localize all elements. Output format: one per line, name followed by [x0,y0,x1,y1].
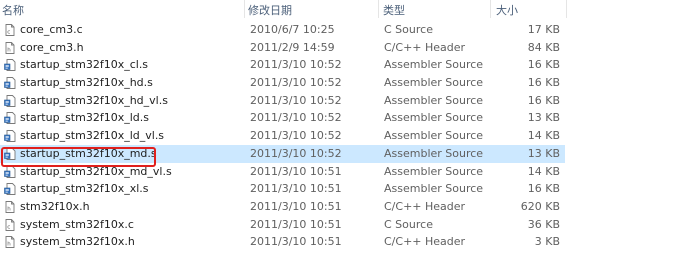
file-date: 2010/6/7 10:25 [250,23,335,36]
svg-text:h: h [7,242,11,248]
file-row[interactable]: startup_stm32f10x_xl.s 2011/3/10 10:51 Ass… [0,180,690,198]
header-file-icon: h [4,200,16,213]
svg-text:c: c [7,224,10,230]
file-name: startup_stm32f10x_ld.s [20,111,149,125]
file-size: 13 KB [527,111,560,125]
file-row[interactable]: startup_stm32f10x_hd.s 2011/3/10 10:52 Ass… [0,74,690,92]
file-date: 2011/3/10 10:52 [250,76,342,90]
file-date: 2011/3/10 10:52 [250,93,342,107]
file-row[interactable]: startup_stm32f10x_md_vl.s 2011/3/10 10:51… [0,163,690,181]
column-divider[interactable] [566,0,567,18]
file-row[interactable]: c core_cm3.c 2010/6/7 10:25 C Source 17 KB [0,21,690,39]
file-row[interactable]: startup_stm32f10x_ld.s 2011/3/10 10:52 Ass… [0,109,690,127]
file-size: 14 KB [527,164,560,178]
file-type: C Source [384,217,433,231]
file-size: 36 KB [527,217,560,231]
file-size: 16 KB [527,93,560,107]
file-date: 2011/3/10 10:52 [250,129,342,143]
column-header-date[interactable]: 修改日期 [248,2,292,18]
file-type: Assembler Source [384,76,484,90]
file-name: startup_stm32f10x_md_vl.s [20,164,172,178]
file-type: C/C++ Header [384,235,466,249]
svg-text:h: h [7,206,11,212]
c-source-file-icon: c [4,24,16,36]
file-type: Assembler Source [384,146,484,160]
column-header-bar: 名称 修改日期 类型 大小 [0,0,690,18]
file-size: 620 KB [520,199,560,213]
file-type: Assembler Source [384,182,484,196]
header-file-icon: h [4,41,16,54]
file-size: 13 KB [527,146,560,160]
file-list: c core_cm3.c 2010/6/7 10:25 C Source 17 KB h c… [0,21,690,251]
assembler-file-icon [4,94,16,107]
header-file-icon: h [4,236,16,249]
assembler-file-icon [4,183,16,196]
file-name: startup_stm32f10x_ld_vl.s [20,129,165,143]
file-date: 2011/3/10 10:51 [250,164,342,178]
file-row[interactable]: startup_stm32f10x_ld_vl.s 2011/3/10 10:52… [0,127,690,145]
file-type: C/C++ Header [384,40,466,54]
assembler-file-icon [4,130,16,143]
file-name: system_stm32f10x.h [20,235,135,249]
assembler-file-icon [4,77,16,90]
assembler-file-icon [4,112,16,125]
file-size: 3 KB [534,235,560,249]
file-date: 2011/3/10 10:52 [250,58,342,72]
file-row[interactable]: h system_stm32f10x.h 2011/3/10 10:51 C/C++ … [0,233,690,251]
file-size: 14 KB [527,129,560,143]
file-row[interactable]: c system_stm32f10x.c 2011/3/10 10:51 C Sour… [0,216,690,234]
svg-text:h: h [7,47,11,53]
file-row[interactable]: startup_stm32f10x_hd_vl.s 2011/3/10 10:52… [0,92,690,110]
column-header-name[interactable]: 名称 [2,2,24,18]
file-name: startup_stm32f10x_xl.s [20,182,149,196]
file-date: 2011/3/10 10:52 [250,146,342,160]
file-name: core_cm3.c [20,23,83,36]
file-size: 16 KB [527,182,560,196]
file-name: system_stm32f10x.c [20,217,134,231]
c-source-file-icon: c [4,218,16,231]
file-size: 84 KB [527,40,560,54]
file-row[interactable]: startup_stm32f10x_cl.s 2011/3/10 10:52 Ass… [0,56,690,74]
file-type: Assembler Source [384,93,484,107]
svg-text:c: c [7,30,10,36]
file-size: 17 KB [527,23,560,36]
file-date: 2011/3/10 10:51 [250,182,342,196]
assembler-file-icon [4,147,16,160]
file-name: startup_stm32f10x_md.s [20,146,157,160]
file-name: stm32f10x.h [20,199,90,213]
file-size: 16 KB [527,76,560,90]
file-type: Assembler Source [384,111,484,125]
file-name: startup_stm32f10x_cl.s [20,58,149,72]
column-header-size[interactable]: 大小 [496,2,518,18]
file-name: core_cm3.h [20,40,84,54]
assembler-file-icon [4,165,16,178]
file-type: Assembler Source [384,164,484,178]
file-row[interactable]: h stm32f10x.h 2011/3/10 10:51 C/C++ Header 6… [0,198,690,216]
file-type: C Source [384,23,433,36]
file-type: Assembler Source [384,129,484,143]
file-date: 2011/3/10 10:52 [250,111,342,125]
file-date: 2011/2/9 14:59 [250,40,335,54]
column-divider[interactable] [378,0,379,18]
column-divider[interactable] [490,0,491,18]
file-name: startup_stm32f10x_hd.s [20,76,153,90]
file-row[interactable]: h core_cm3.h 2011/2/9 14:59 C/C++ Header 84 … [0,39,690,57]
file-size: 16 KB [527,58,560,72]
file-date: 2011/3/10 10:51 [250,235,342,249]
file-type: C/C++ Header [384,199,466,213]
column-divider[interactable] [244,0,245,18]
file-name: startup_stm32f10x_hd_vl.s [20,93,168,107]
file-row-selected[interactable]: startup_stm32f10x_md.s 2011/3/10 10:52 Ass… [0,144,690,163]
file-type: Assembler Source [384,58,484,72]
column-header-type[interactable]: 类型 [383,2,405,18]
file-date: 2011/3/10 10:51 [250,217,342,231]
assembler-file-icon [4,59,16,72]
file-date: 2011/3/10 10:51 [250,199,342,213]
